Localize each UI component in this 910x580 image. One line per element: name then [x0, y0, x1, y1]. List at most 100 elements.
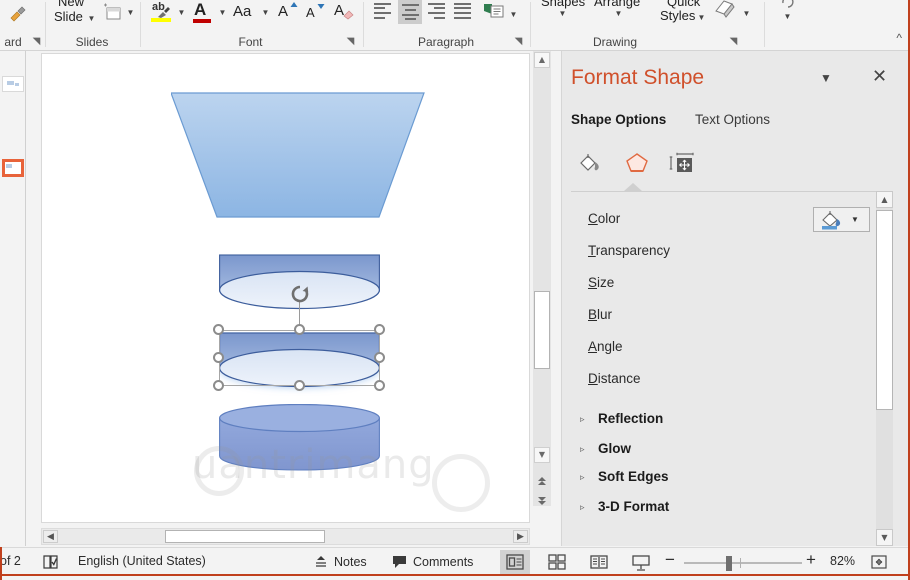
- view-normal[interactable]: [500, 550, 530, 574]
- section-3d-format[interactable]: ▹ 3-D Format: [562, 494, 910, 524]
- shapes-gallery-label[interactable]: Shapes: [541, 0, 585, 9]
- language-indicator[interactable]: English (United States): [78, 554, 206, 568]
- pane-dropdown-icon[interactable]: ▼: [820, 71, 832, 85]
- cylinder-shape-3[interactable]: [218, 403, 381, 472]
- editing-caret-icon[interactable]: ▼: [783, 12, 792, 21]
- font-color-caret-icon[interactable]: ▼: [218, 8, 227, 17]
- status-bar: of 2 English (United States) Notes Comme…: [0, 547, 910, 575]
- view-reading[interactable]: [584, 550, 614, 574]
- glow-caret-icon[interactable]: ▹: [580, 444, 585, 455]
- format-pane-scrollbar[interactable]: ▲ ▼: [876, 191, 893, 546]
- label-distance: Distance: [588, 371, 641, 386]
- slide-canvas[interactable]: uantrimang: [41, 53, 530, 523]
- change-case-caret-icon[interactable]: ▼: [261, 8, 270, 17]
- hscroll-left-arrow[interactable]: ◀: [43, 530, 58, 543]
- align-left-button[interactable]: [372, 2, 393, 21]
- resize-handle-s[interactable]: [294, 380, 305, 391]
- tab-shape-options[interactable]: Shape Options: [571, 112, 666, 127]
- shape-effects-caret-icon[interactable]: ▼: [742, 9, 751, 18]
- resize-handle-se[interactable]: [374, 380, 385, 391]
- horizontal-scrollbar[interactable]: ◀ ▶: [41, 528, 530, 545]
- quick-styles-label[interactable]: Styles: [660, 8, 695, 23]
- reflection-caret-icon[interactable]: ▹: [580, 414, 585, 425]
- soft-edges-caret-icon[interactable]: ▹: [580, 472, 585, 483]
- zoom-in-button[interactable]: +: [806, 550, 816, 570]
- justify-button[interactable]: [452, 2, 473, 21]
- color-picker-caret-icon[interactable]: ▼: [851, 215, 859, 224]
- hscroll-right-arrow[interactable]: ▶: [513, 530, 528, 543]
- resize-handle-n[interactable]: [294, 324, 305, 335]
- tab-text-options[interactable]: Text Options: [695, 112, 770, 127]
- three-d-format-title: 3-D Format: [598, 499, 670, 514]
- change-case-button[interactable]: Aa: [233, 3, 251, 20]
- resize-handle-nw[interactable]: [213, 324, 224, 335]
- zoom-level-label[interactable]: 82%: [830, 554, 855, 568]
- align-right-button[interactable]: [426, 2, 447, 21]
- three-d-format-caret-icon[interactable]: ▹: [580, 502, 585, 513]
- new-slide-label-top[interactable]: New: [58, 0, 84, 9]
- slide-thumbnail-2[interactable]: [2, 159, 24, 177]
- align-center-button[interactable]: [398, 0, 422, 24]
- rotation-handle[interactable]: [290, 284, 310, 304]
- resize-handle-w[interactable]: [213, 352, 224, 363]
- fill-and-line-icon[interactable]: [569, 143, 613, 183]
- close-icon[interactable]: ✕: [872, 66, 887, 87]
- notes-button[interactable]: Notes: [313, 551, 367, 573]
- zoom-slider-track[interactable]: [684, 562, 802, 564]
- highlight-caret-icon[interactable]: ▼: [177, 8, 186, 17]
- collapse-ribbon-icon[interactable]: ^: [896, 31, 902, 45]
- text-highlight-color-icon[interactable]: ab: [151, 1, 173, 22]
- resize-handle-ne[interactable]: [374, 324, 385, 335]
- slide-thumbnail-1[interactable]: [2, 76, 24, 92]
- fit-slide-icon[interactable]: [870, 551, 888, 573]
- size-and-properties-icon[interactable]: [661, 143, 705, 183]
- decrease-font-size-button[interactable]: A: [306, 0, 326, 24]
- font-dialog-launcher[interactable]: ◥: [344, 35, 357, 48]
- clear-all-formatting-button[interactable]: A: [334, 0, 358, 24]
- quick-styles-caret-icon[interactable]: ▼: [697, 13, 706, 22]
- next-slide-button[interactable]: [533, 492, 551, 509]
- resize-handle-sw[interactable]: [213, 380, 224, 391]
- clipboard-dialog-launcher[interactable]: ◥: [30, 35, 43, 48]
- increase-font-size-button[interactable]: A: [278, 0, 298, 24]
- slide-counter[interactable]: of 2: [0, 554, 21, 568]
- arrange-caret-icon[interactable]: ▼: [614, 9, 623, 18]
- spell-check-icon[interactable]: [42, 551, 62, 573]
- previous-slide-button[interactable]: [533, 472, 551, 489]
- slide-layout-caret-icon[interactable]: ▼: [126, 8, 135, 17]
- view-slideshow[interactable]: [626, 550, 656, 574]
- effects-pentagon-icon[interactable]: [615, 143, 659, 183]
- section-reflection[interactable]: ▹ Reflection: [562, 406, 910, 436]
- trapezoid-shape[interactable]: [170, 92, 425, 218]
- arrange-button-label[interactable]: Arrange: [594, 0, 640, 9]
- view-slide-sorter[interactable]: [542, 550, 572, 574]
- section-glow[interactable]: ▹ Glow: [562, 436, 910, 466]
- vscroll-thumb[interactable]: [534, 291, 550, 369]
- shadow-color-picker-button[interactable]: ▼: [813, 207, 870, 232]
- font-color-icon[interactable]: A: [193, 1, 213, 23]
- comments-button[interactable]: Comments: [392, 551, 473, 573]
- new-slide-label[interactable]: Slide: [54, 9, 83, 24]
- zoom-out-button[interactable]: −: [665, 550, 675, 570]
- text-direction-icon[interactable]: [482, 1, 506, 23]
- hscroll-thumb[interactable]: [165, 530, 325, 543]
- slide-layout-icon[interactable]: [102, 2, 124, 24]
- zoom-slider-thumb[interactable]: [726, 556, 732, 571]
- vscroll-down-arrow[interactable]: ▼: [534, 447, 550, 463]
- section-soft-edges[interactable]: ▹ Soft Edges: [562, 464, 910, 494]
- editing-icon[interactable]: [779, 0, 797, 10]
- drawing-dialog-launcher[interactable]: ◥: [727, 35, 740, 48]
- new-slide-caret-icon[interactable]: ▼: [87, 14, 96, 23]
- format-painter-icon[interactable]: [6, 2, 30, 24]
- pane-scroll-thumb[interactable]: [876, 210, 893, 410]
- shapes-caret-icon[interactable]: ▼: [558, 9, 567, 18]
- ribbon-group-font-label: Font: [238, 35, 263, 49]
- text-direction-caret-icon[interactable]: ▼: [509, 10, 518, 19]
- shape-effects-icon[interactable]: [711, 0, 739, 21]
- selection-bounding-box: [219, 330, 380, 386]
- pane-scroll-down-arrow[interactable]: ▼: [876, 529, 893, 546]
- vertical-scrollbar[interactable]: ▲ ▼: [533, 51, 551, 506]
- resize-handle-e[interactable]: [374, 352, 385, 363]
- pane-scroll-up-arrow[interactable]: ▲: [876, 191, 893, 208]
- vscroll-up-arrow[interactable]: ▲: [534, 52, 550, 68]
